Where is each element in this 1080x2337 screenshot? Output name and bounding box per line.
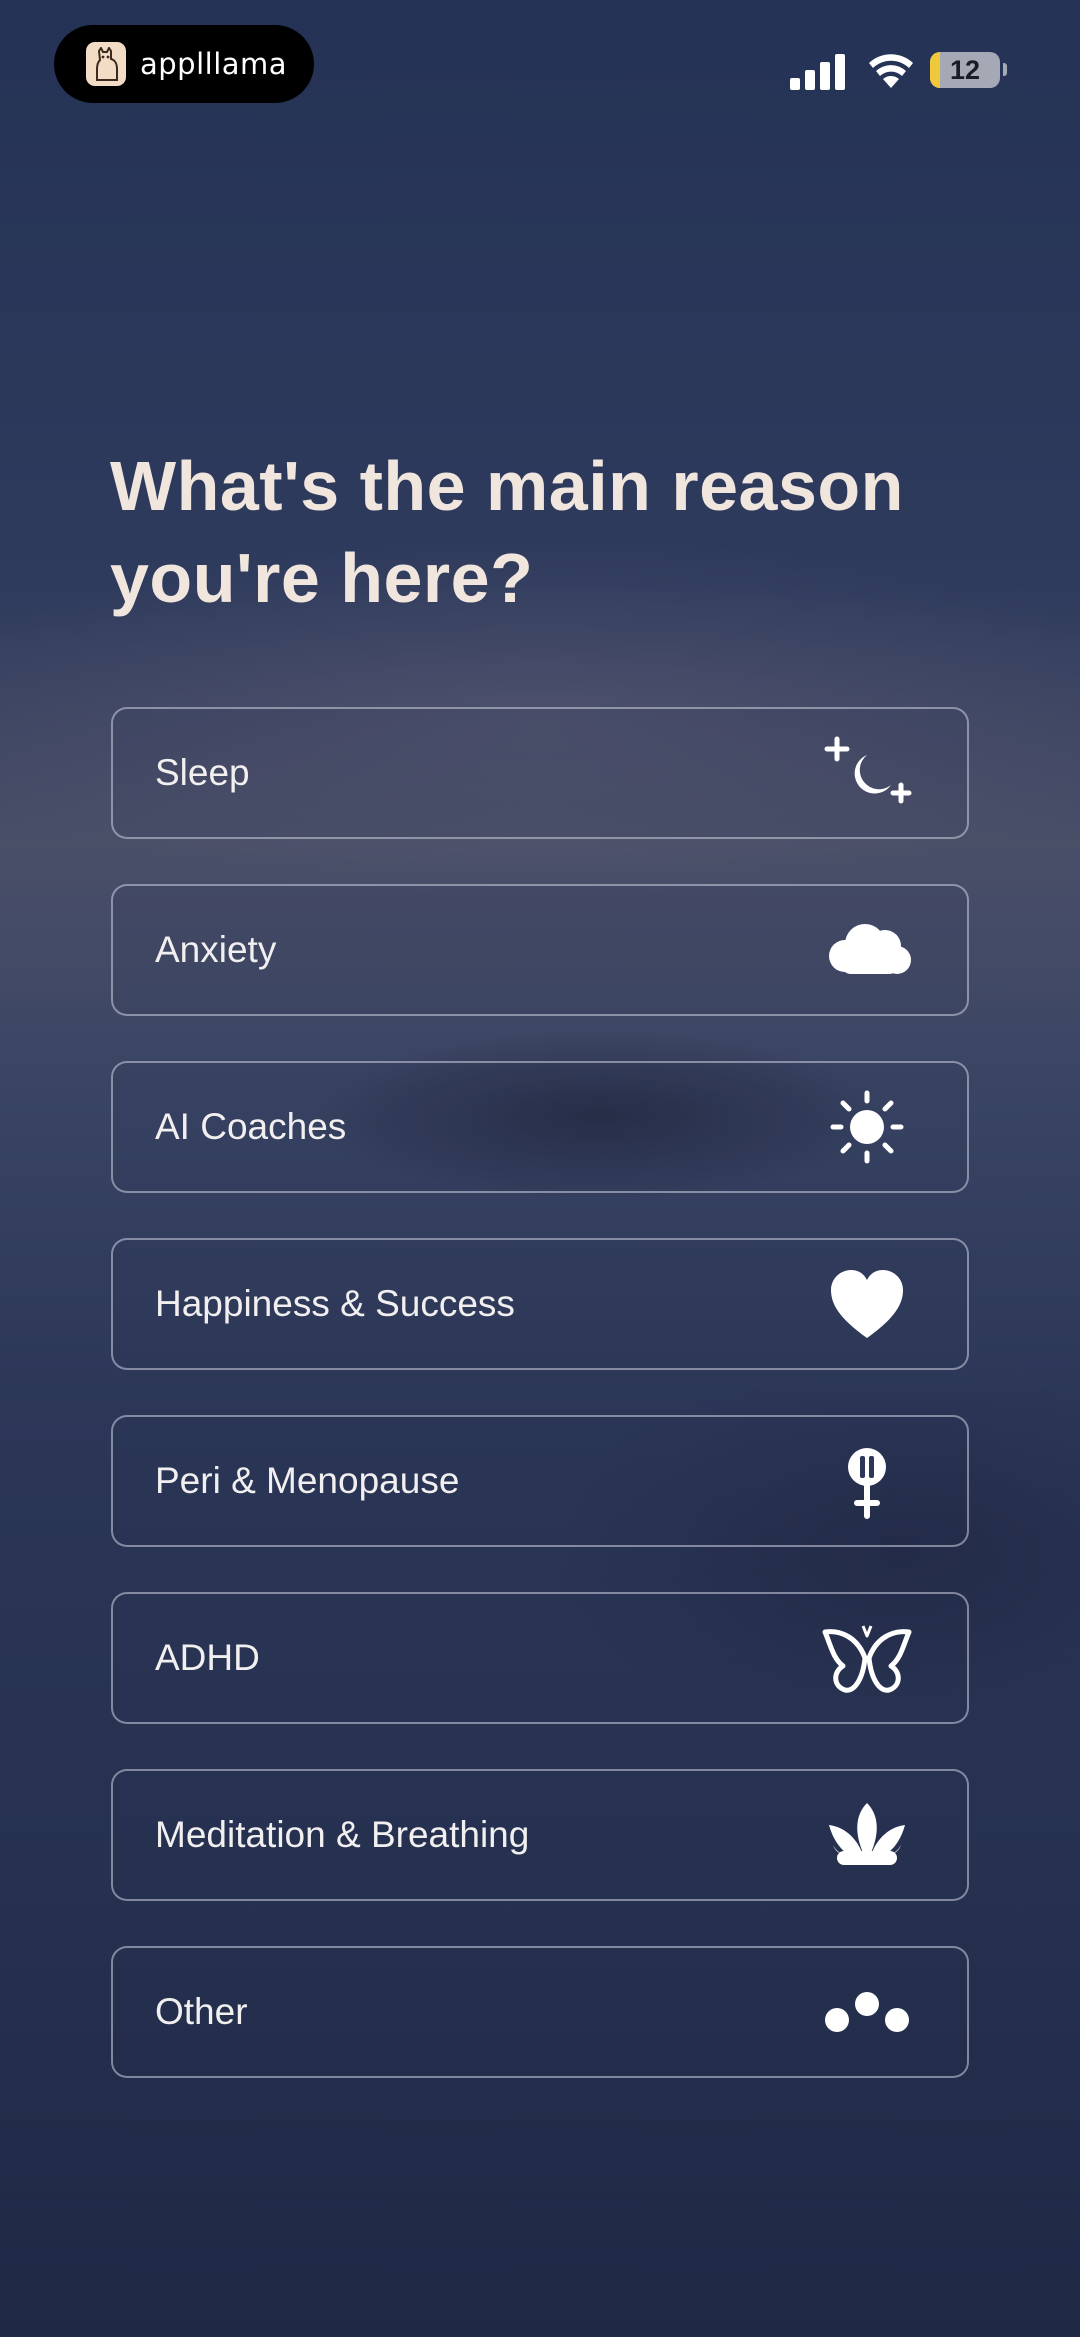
option-label: Meditation & Breathing	[155, 1814, 530, 1855]
option-label: Other	[155, 1991, 248, 2032]
butterfly-icon	[819, 1618, 915, 1698]
moon-stars-icon	[819, 733, 915, 813]
cloud-icon	[819, 910, 915, 990]
option-label: AI Coaches	[155, 1106, 347, 1147]
option-label: Sleep	[155, 752, 250, 793]
reason-options: Sleep Anxiety AI Coaches Happiness & Suc…	[111, 707, 969, 2123]
option-sleep[interactable]: Sleep	[111, 707, 969, 839]
option-other[interactable]: Other	[111, 1946, 969, 2078]
llama-logo-icon	[86, 42, 126, 86]
option-label: ADHD	[155, 1637, 260, 1678]
battery-level: 12	[949, 55, 981, 85]
option-label: Happiness & Success	[155, 1283, 515, 1324]
option-peri-menopause[interactable]: Peri & Menopause	[111, 1415, 969, 1547]
app-name: applllama	[140, 47, 288, 81]
option-happiness-success[interactable]: Happiness & Success	[111, 1238, 969, 1370]
signal-icon	[790, 54, 846, 95]
option-label: Peri & Menopause	[155, 1460, 460, 1501]
sun-icon	[819, 1087, 915, 1167]
heart-icon	[819, 1264, 915, 1344]
female-symbol-icon	[819, 1441, 915, 1521]
wifi-icon	[868, 52, 914, 95]
app-pill[interactable]: applllama	[54, 25, 314, 103]
option-label: Anxiety	[155, 929, 277, 970]
option-ai-coaches[interactable]: AI Coaches	[111, 1061, 969, 1193]
option-meditation-breathing[interactable]: Meditation & Breathing	[111, 1769, 969, 1901]
option-adhd[interactable]: ADHD	[111, 1592, 969, 1724]
lotus-icon	[819, 1795, 915, 1875]
dots-icon	[819, 1972, 915, 2052]
page-title: What's the main reason you're here?	[110, 447, 904, 617]
battery-icon: 12	[930, 52, 1000, 88]
option-anxiety[interactable]: Anxiety	[111, 884, 969, 1016]
